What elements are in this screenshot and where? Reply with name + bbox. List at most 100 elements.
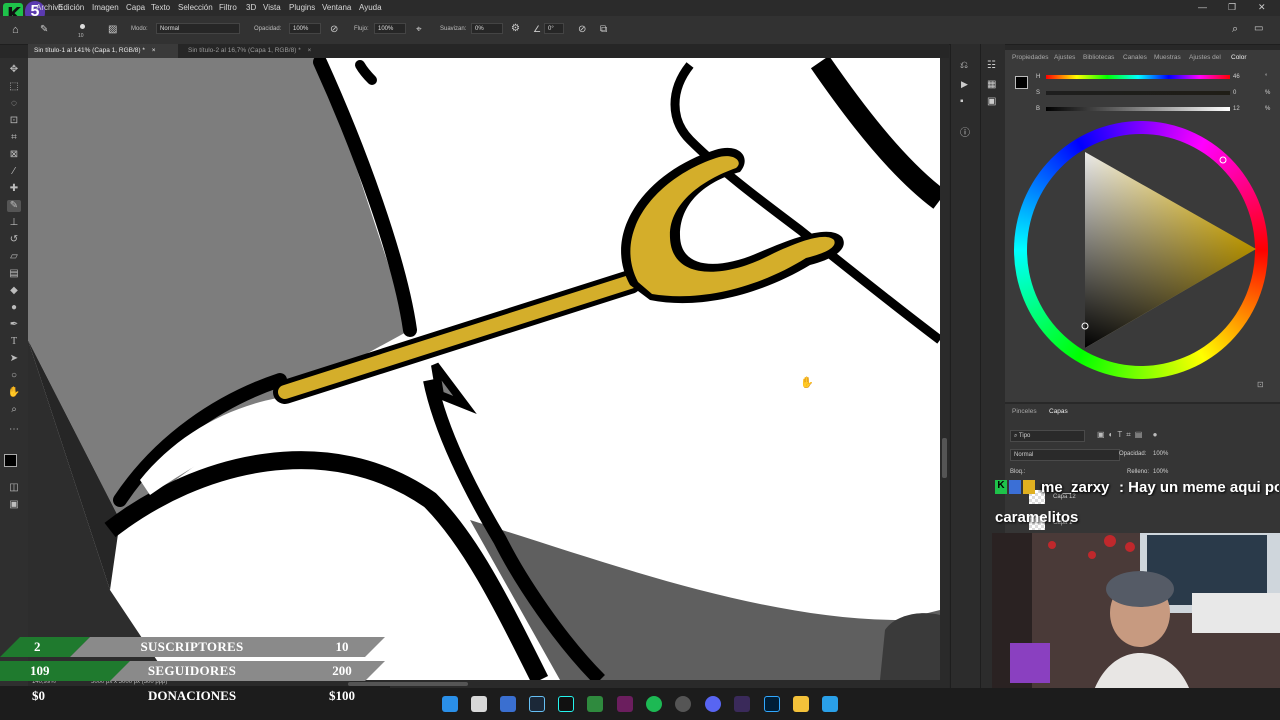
comments-panel-icon[interactable]: ▪	[960, 96, 964, 107]
menu-ayuda[interactable]: Ayuda	[359, 3, 382, 12]
taskbar-map-icon[interactable]	[587, 696, 603, 712]
mode-select[interactable]: Normal	[156, 23, 240, 34]
hand-tool-icon[interactable]: ✋	[7, 387, 21, 399]
history-panel-icon[interactable]: ⎌	[960, 60, 968, 71]
properties-icon[interactable]: ▣	[987, 96, 996, 107]
minimize-button[interactable]: —	[1198, 2, 1207, 12]
menu-plugins[interactable]: Plugins	[289, 3, 315, 12]
move-tool-icon[interactable]: ✥	[7, 64, 21, 76]
brush-settings-icon[interactable]: ▨	[108, 24, 117, 35]
taskbar-store-icon[interactable]	[500, 696, 516, 712]
pen-tool-icon[interactable]: ✒	[7, 319, 21, 331]
menu-capa[interactable]: Capa	[126, 3, 145, 12]
blend-mode-select[interactable]: Normal	[1010, 449, 1120, 461]
close-button[interactable]: ✕	[1258, 2, 1266, 13]
eraser-tool-icon[interactable]: ▱	[7, 251, 21, 263]
pressure-size-icon[interactable]: ⊘	[578, 24, 586, 35]
home-icon[interactable]: ⌂	[12, 24, 19, 36]
brightness-slider[interactable]: B 12 %	[1036, 106, 1270, 118]
panel-expand-icon[interactable]: ⊡	[1257, 380, 1264, 389]
menu-seleccion[interactable]: Selección	[178, 3, 213, 12]
filter-icons[interactable]: ▣◐T⌗▤ ●	[1097, 430, 1161, 440]
adjustments-icon[interactable]: ☷	[987, 60, 996, 71]
search-icon[interactable]: ⌕	[1232, 23, 1238, 36]
color-wheel[interactable]	[1014, 121, 1268, 379]
eyedropper-tool-icon[interactable]: ⁄	[7, 166, 21, 178]
smoothing-options-icon[interactable]: ⚙	[511, 23, 520, 34]
tab-ajustes[interactable]: Ajustes	[1054, 54, 1075, 61]
tab-sin-titulo-2[interactable]: Sin título-2 al 16,7% (Capa 1, RGB/8) * …	[182, 44, 342, 58]
tab-ajustes-del[interactable]: Ajustes del	[1189, 54, 1221, 61]
workspace-icon[interactable]: ▭	[1254, 23, 1263, 34]
brush-tool-active-icon[interactable]: ✎	[7, 200, 21, 212]
tab-close-icon[interactable]: ×	[152, 47, 156, 54]
tab-capas[interactable]: Capas	[1049, 408, 1068, 415]
taskbar-check-icon[interactable]	[617, 696, 633, 712]
menu-vista[interactable]: Vista	[263, 3, 281, 12]
tab-close-icon[interactable]: ×	[308, 47, 312, 54]
actions-panel-icon[interactable]: ▶	[961, 79, 968, 90]
brightness-value[interactable]: 12	[1233, 106, 1240, 112]
tab-color[interactable]: Color	[1231, 54, 1247, 61]
tab-muestras[interactable]: Muestras	[1154, 54, 1181, 61]
more-tools-icon[interactable]: ⋯	[7, 424, 21, 436]
crop-tool-icon[interactable]: ⌗	[7, 132, 21, 144]
type-tool-icon[interactable]: T	[7, 336, 21, 348]
menu-3d[interactable]: 3D	[246, 3, 256, 12]
layer-filter-select[interactable]: ⌕ Tipo	[1010, 430, 1085, 442]
healing-tool-icon[interactable]: ✚	[7, 183, 21, 195]
document-canvas[interactable]: ✋	[28, 58, 940, 680]
hue-value[interactable]: 46	[1233, 74, 1240, 80]
symmetry-icon[interactable]: ⧉	[600, 24, 607, 35]
file-explorer-icon[interactable]	[793, 696, 809, 712]
frame-tool-icon[interactable]: ⊠	[7, 149, 21, 161]
foreground-color-swatch[interactable]	[4, 454, 17, 467]
menu-edicion[interactable]: Edición	[58, 3, 84, 12]
tab-bibliotecas[interactable]: Bibliotecas	[1083, 54, 1114, 61]
stamp-tool-icon[interactable]: ⊥	[7, 217, 21, 229]
blur-tool-icon[interactable]: ◆	[7, 285, 21, 297]
saturation-slider[interactable]: S 0 %	[1036, 90, 1270, 102]
marquee-tool-icon[interactable]: ⬚	[7, 81, 21, 93]
brush-tool-icon[interactable]: ✎	[40, 24, 48, 35]
airbrush-icon[interactable]: ⌖	[416, 24, 422, 35]
maximize-button[interactable]: ❐	[1228, 2, 1236, 13]
vertical-scrollbar[interactable]	[940, 58, 949, 688]
tab-propiedades[interactable]: Propiedades	[1012, 54, 1049, 61]
flow-field[interactable]: 100%	[374, 23, 406, 34]
quick-mask-icon[interactable]: ◫	[7, 482, 21, 494]
object-select-tool-icon[interactable]: ⊡	[7, 115, 21, 127]
shape-tool-icon[interactable]: ○	[7, 370, 21, 382]
menu-ventana[interactable]: Ventana	[322, 3, 351, 12]
fg-bg-color-picker[interactable]	[1015, 76, 1034, 95]
zoom-tool-icon[interactable]: ⌕	[7, 404, 21, 416]
spotify-icon[interactable]	[646, 696, 662, 712]
taskbar-obs-icon[interactable]	[734, 696, 750, 712]
dodge-tool-icon[interactable]: ●	[7, 302, 21, 314]
smoothing-field[interactable]: 0%	[471, 23, 503, 34]
photoshop-icon[interactable]	[764, 696, 780, 712]
taskbar-settings-icon[interactable]	[675, 696, 691, 712]
lasso-tool-icon[interactable]: ◌	[7, 98, 21, 110]
saturation-value[interactable]: 0	[1233, 90, 1236, 96]
tab-pinceles[interactable]: Pinceles	[1012, 408, 1037, 415]
brush-preset-picker[interactable]: 10	[72, 21, 94, 41]
gradient-tool-icon[interactable]: ▤	[7, 268, 21, 280]
steam-icon[interactable]	[529, 696, 545, 712]
menu-texto[interactable]: Texto	[151, 3, 170, 12]
tab-sin-titulo-1[interactable]: Sin título-1 al 141% (Capa 1, RGB/8) * ×	[28, 44, 178, 58]
opacity-field[interactable]: 100%	[289, 23, 321, 34]
windows-start-icon[interactable]	[442, 696, 458, 712]
info-panel-icon[interactable]: ⓘ	[960, 124, 970, 139]
screen-mode-icon[interactable]: ▣	[7, 499, 21, 511]
color-swatches[interactable]	[4, 454, 24, 474]
fill-value[interactable]: 100%	[1153, 469, 1168, 475]
discord-icon[interactable]	[705, 696, 721, 712]
menu-filtro[interactable]: Filtro	[219, 3, 237, 12]
layer-opacity-value[interactable]: 100%	[1153, 451, 1168, 457]
taskbar-app-icon[interactable]	[471, 696, 487, 712]
tab-canales[interactable]: Canales	[1123, 54, 1147, 61]
history-brush-icon[interactable]: ↺	[7, 234, 21, 246]
hue-slider[interactable]: H 46 °	[1036, 74, 1267, 86]
menu-imagen[interactable]: Imagen	[92, 3, 119, 12]
